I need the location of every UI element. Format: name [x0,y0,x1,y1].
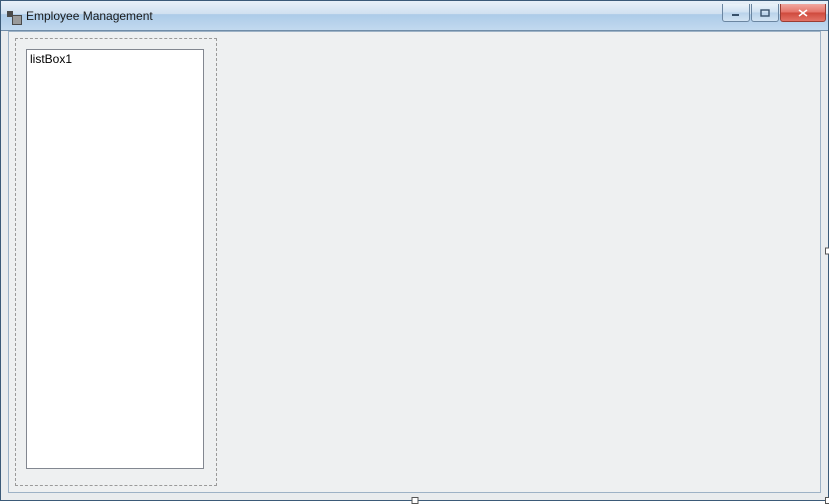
resize-handle-right[interactable] [825,247,829,254]
close-button[interactable] [780,4,826,22]
employee-listbox[interactable]: listBox1 [26,49,204,469]
list-item[interactable]: listBox1 [30,52,200,66]
left-panel[interactable]: listBox1 [15,38,217,486]
maximize-icon [760,9,770,17]
window-title: Employee Management [26,9,722,23]
minimize-icon [731,9,741,17]
form-design-surface[interactable]: Employee Management lis [0,0,829,501]
close-icon [797,9,809,17]
form-icon [7,9,21,23]
window-control-buttons [722,4,826,22]
maximize-button[interactable] [751,4,779,22]
form-client-area: listBox1 [8,31,821,493]
minimize-button[interactable] [722,4,750,22]
window-titlebar: Employee Management [1,1,828,31]
